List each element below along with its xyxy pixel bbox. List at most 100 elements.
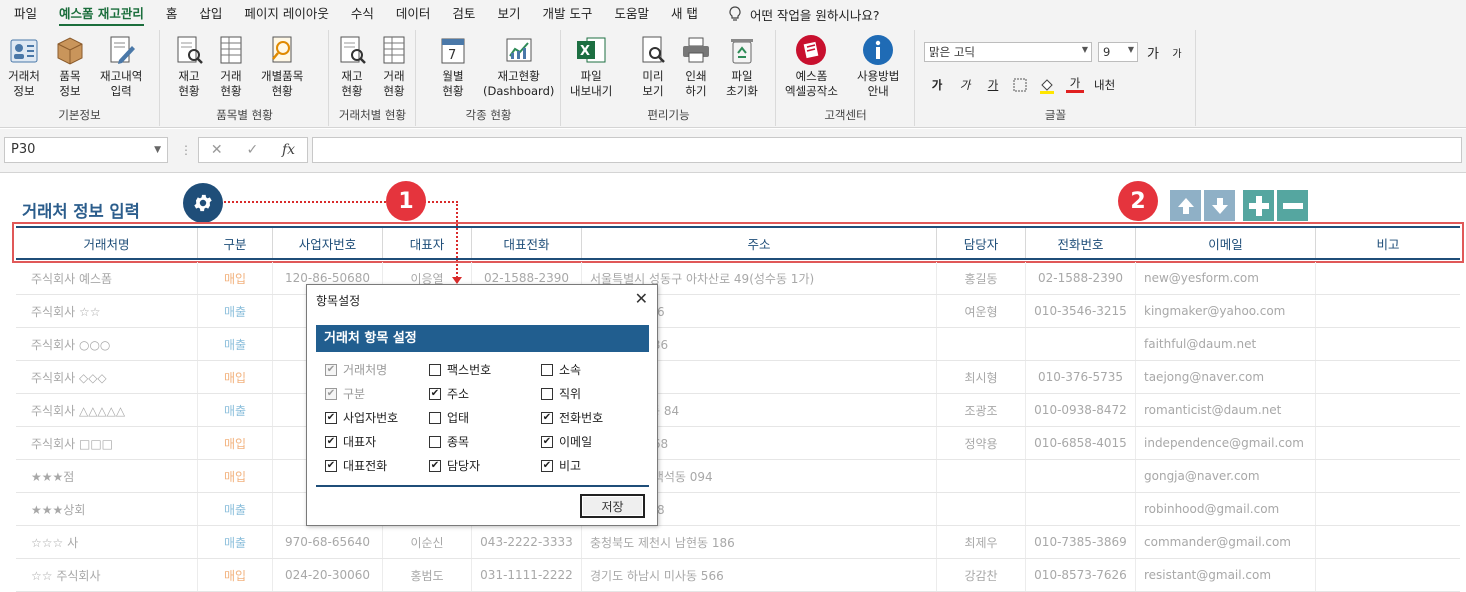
cell-note[interactable] [1316,295,1460,327]
checkbox[interactable] [541,387,553,400]
table-row[interactable]: 주식회사 예스폼 매입 120-86-50680 이응열 02-1588-2390 서울특… [16,262,1460,295]
col-header-email[interactable]: 이메일 [1136,228,1316,258]
col-header-address[interactable]: 주소 [582,228,937,258]
print-button[interactable]: 인쇄 하기 [680,34,712,99]
cell-phone[interactable]: 010-3546-3215 [1026,295,1136,327]
cell-manager[interactable]: 최제우 [937,526,1026,558]
cell-main-phone[interactable]: 043-2222-3333 [472,526,582,558]
cell-email[interactable]: independence@gmail.com [1136,427,1316,459]
table-row[interactable]: 주식회사 □□□매입210동구 천호동 68정약용010-6858-4015in… [16,427,1460,460]
italic-button[interactable]: 가 [956,77,974,93]
cell-ceo[interactable]: 이순신 [383,526,472,558]
checkbox[interactable] [429,363,441,376]
cell-phone[interactable]: 010-7385-3869 [1026,526,1136,558]
cell-manager[interactable]: 정약용 [937,427,1026,459]
checkbox-item[interactable]: ✔ 대표전화 [325,457,387,474]
checkbox[interactable]: ✔ [541,435,553,448]
cell-note[interactable] [1316,493,1460,525]
col-header-note[interactable]: 비고 [1316,228,1460,258]
cell-client-name[interactable]: 주식회사 □□□ [16,427,198,459]
cell-manager[interactable] [937,328,1026,360]
cell-manager[interactable] [937,460,1026,492]
cell-type[interactable]: 매출 [198,526,273,558]
table-row[interactable]: 주식회사 ◇◇◇매입123시 중동 275최시형010-376-5735taej… [16,361,1460,394]
tab-file[interactable]: 파일 [14,0,37,28]
font-grow-button[interactable]: 가 [1144,43,1162,62]
table-row[interactable]: ★★★상회매출894시 도담동 578robinhood@gmail.com [16,493,1460,526]
underline-button[interactable]: 가 [984,77,1002,93]
cell-client-name[interactable]: ☆☆☆ 사 [16,526,198,558]
font-name-select[interactable]: 맑은 고딕 ▼ [924,42,1092,62]
col-header-phone[interactable]: 전화번호 [1026,228,1136,258]
tab-help[interactable]: 도움말 [614,0,649,28]
font-size-select[interactable]: 9 ▼ [1098,42,1138,62]
tab-review[interactable]: 검토 [452,0,475,28]
tab-data[interactable]: 데이터 [396,0,431,28]
client-info-button[interactable]: 거래처 정보 [8,34,40,99]
tab-yesform-inventory[interactable]: 예스폼 재고관리 [59,0,144,28]
yesform-workshop-button[interactable]: 예스폼 엑셀공작소 [785,34,838,99]
file-export-button[interactable]: X 파일 내보내기 [570,34,612,99]
table-row[interactable]: ★★★점매입460시 일산동구 백석동 094gongja@naver.com [16,460,1460,493]
item-info-button[interactable]: 품목 정보 [54,34,86,99]
checkbox[interactable] [429,411,441,424]
cell-email[interactable]: taejong@naver.com [1136,361,1316,393]
cell-main-phone[interactable]: 031-1111-2222 [472,559,582,591]
checkbox[interactable] [429,435,441,448]
cell-phone[interactable] [1026,493,1136,525]
cell-note[interactable] [1316,526,1460,558]
cell-email[interactable]: commander@gmail.com [1136,526,1316,558]
tab-formulas[interactable]: 수식 [351,0,374,28]
cell-note[interactable] [1316,394,1460,426]
cell-note[interactable] [1316,262,1460,294]
cell-note[interactable] [1316,559,1460,591]
tab-view[interactable]: 보기 [497,0,520,28]
checkbox[interactable]: ✔ [325,411,337,424]
cell-email[interactable]: romanticist@daum.net [1136,394,1316,426]
checkbox-item[interactable]: ✔ 전화번호 [541,409,603,426]
fill-color-icon[interactable] [1038,76,1056,94]
cell-address[interactable]: 경기도 하남시 미사동 566 [582,559,937,591]
checkbox-item[interactable]: ✔ 이메일 [541,433,592,450]
col-header-manager[interactable]: 담당자 [937,228,1026,258]
checkbox-item[interactable]: ✔ 구분 [325,385,365,402]
tab-new[interactable]: 새 탭 [671,0,698,28]
checkbox-item[interactable]: 종목 [429,433,469,450]
cell-client-name[interactable]: 주식회사 △△△△△ [16,394,198,426]
cell-manager[interactable] [937,493,1026,525]
cell-note[interactable] [1316,460,1460,492]
bold-button[interactable]: 가 [928,77,946,93]
cell-phone[interactable]: 02-1588-2390 [1026,262,1136,294]
cell-client-name[interactable]: ★★★상회 [16,493,198,525]
trade-status-button[interactable]: 거래 현황 [215,34,247,99]
client-stock-status-button[interactable]: 재고 현황 [336,34,368,99]
table-row[interactable]: ☆☆ 주식회사 매입 024-20-30060 홍범도 031-1111-2222 경기도… [16,559,1460,592]
checkbox-item[interactable]: ✔ 대표자 [325,433,376,450]
tell-me-box[interactable]: 어떤 작업을 원하시나요? [728,5,880,24]
cell-manager[interactable]: 최시형 [937,361,1026,393]
cell-email[interactable]: kingmaker@yahoo.com [1136,295,1316,327]
monthly-status-button[interactable]: 7 월별 현황 [437,34,469,99]
close-icon[interactable]: ✕ [635,289,648,308]
checkbox[interactable]: ✔ [541,459,553,472]
file-reset-button[interactable]: 파일 초기화 [726,34,758,99]
cell-email[interactable]: new@yesform.com [1136,262,1316,294]
checkbox[interactable]: ✔ [325,435,337,448]
inventory-input-button[interactable]: 재고내역 입력 [100,34,142,99]
item-detail-status-button[interactable]: 개별품목 현황 [261,34,303,99]
cell-ceo[interactable]: 홍범도 [383,559,472,591]
cell-manager[interactable]: 조광조 [937,394,1026,426]
cell-email[interactable]: robinhood@gmail.com [1136,493,1316,525]
move-up-button[interactable] [1170,190,1201,221]
fx-icon[interactable]: fx [282,142,295,158]
client-trade-status-button[interactable]: 거래 현황 [378,34,410,99]
checkbox-item[interactable]: ✔ 사업자번호 [325,409,398,426]
preview-button[interactable]: 미리 보기 [637,34,669,99]
tab-insert[interactable]: 삽입 [199,0,222,28]
tab-page-layout[interactable]: 페이지 레이아웃 [244,0,328,28]
name-box[interactable]: P30 ▼ [4,137,168,163]
cell-email[interactable]: resistant@gmail.com [1136,559,1316,591]
checkbox[interactable] [541,363,553,376]
checkbox[interactable]: ✔ [541,411,553,424]
cell-type[interactable]: 매입 [198,427,273,459]
